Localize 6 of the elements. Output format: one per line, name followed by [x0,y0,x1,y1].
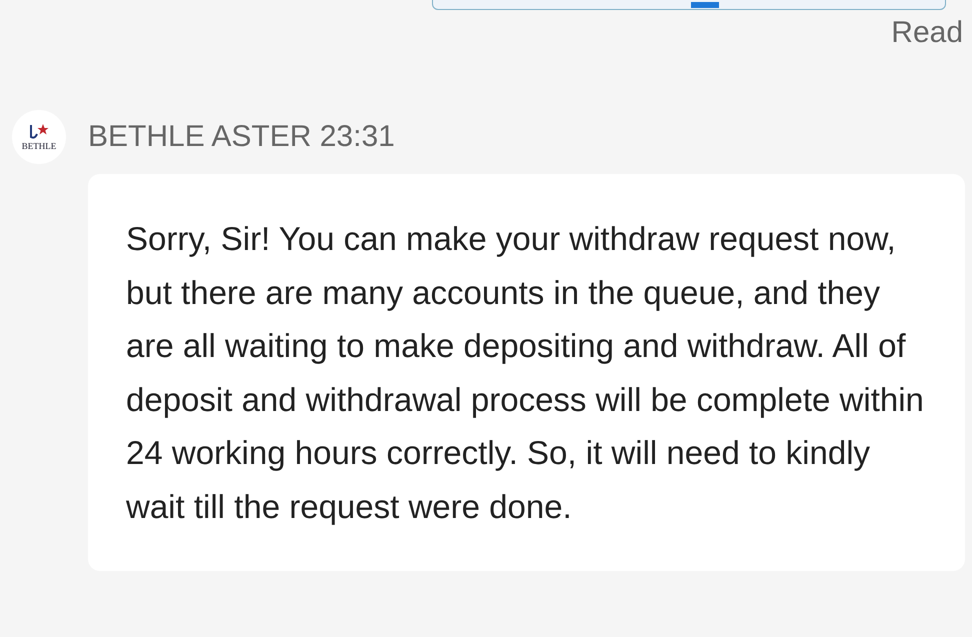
star-logo-icon [29,123,49,141]
progress-indicator [691,2,719,8]
message-bubble: Sorry, Sir! You can make your withdraw request now, but there are many accounts in the queue, and they are all waiting to make depositing and withdraw. All of deposit and withdrawal process will be complete within 24 working hours correctly. So, it will need to kindly wait till the request were done. [88,174,965,571]
sender-name-time: BETHLE ASTER 23:31 [88,120,395,154]
read-status: Read [891,16,963,50]
logo-text: BETHLE [22,141,56,151]
